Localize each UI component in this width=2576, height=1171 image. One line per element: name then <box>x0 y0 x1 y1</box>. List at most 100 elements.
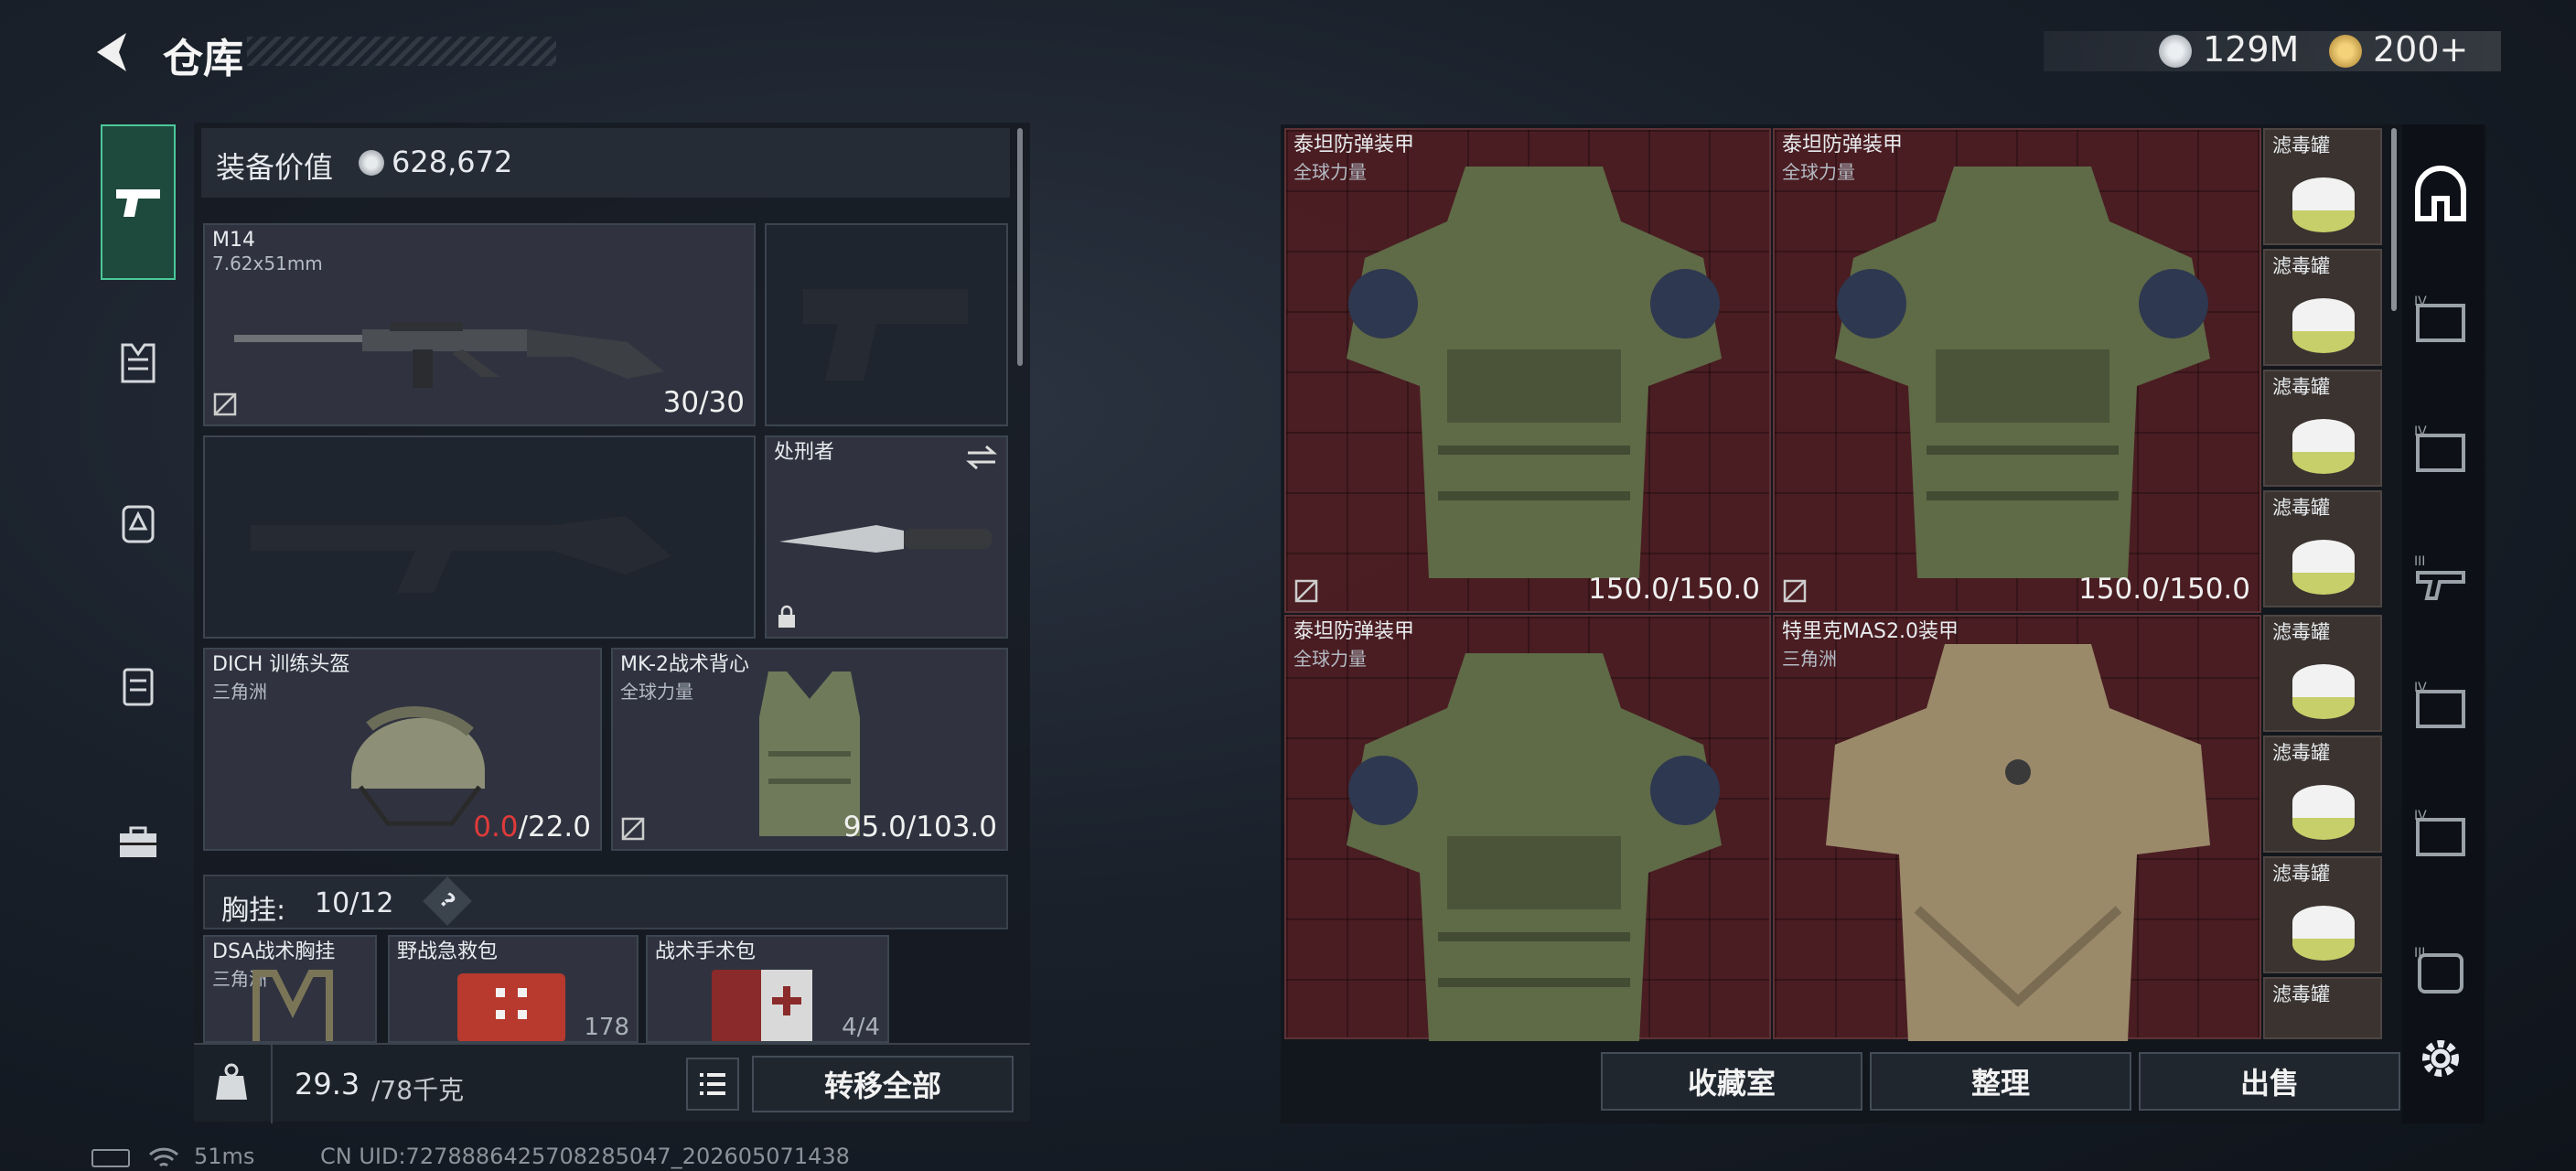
weapon-name: M14 <box>212 229 255 252</box>
gas-filter-icon <box>2292 664 2355 719</box>
pistol-placeholder-icon <box>803 289 968 381</box>
gas-filter-icon <box>2292 298 2355 353</box>
helmet-slot[interactable]: DICH 训练头盔 三角洲 0.0/22.0 <box>203 648 602 851</box>
vest-icon <box>121 343 156 383</box>
nav-toolbox[interactable] <box>101 805 176 880</box>
battery-icon <box>91 1149 130 1167</box>
sort-button[interactable]: 整理 <box>1870 1052 2131 1111</box>
gas-filter-icon <box>2292 785 2355 840</box>
vest-slot[interactable]: MK-2战术背心 全球力量 95.0/103.0 <box>611 648 1008 851</box>
primary-weapon-slot[interactable]: M14 7.62x51mm 30/30 <box>203 223 756 426</box>
settings-button[interactable] <box>2408 1025 2474 1092</box>
equipment-value: 628,672 <box>392 145 513 179</box>
item-count: 178 <box>584 1014 629 1041</box>
case-icon <box>123 668 154 706</box>
currency-gold: 200+ <box>2373 29 2469 70</box>
filter-name: 滤毒罐 <box>2272 621 2330 643</box>
filter-item-2[interactable]: 滤毒罐 <box>2263 249 2382 366</box>
help-button[interactable]: ? <box>423 876 472 926</box>
wifi-icon <box>148 1147 179 1167</box>
backpack-icon <box>122 505 155 543</box>
collection-room-button[interactable]: 收藏室 <box>1601 1052 1862 1111</box>
secondary-weapon-slot[interactable] <box>203 435 756 639</box>
svg-text:IV: IV <box>2414 809 2427 823</box>
tab-stash-iv-3[interactable]: IV <box>2408 673 2474 739</box>
armor-icon <box>1835 167 2210 578</box>
weight-bar: 29.3 /78千克 转移全部 <box>194 1043 1030 1123</box>
armor-icon <box>1347 167 1722 578</box>
stash-folder-icon: IV <box>2414 681 2465 728</box>
filter-item-7[interactable]: 滤毒罐 <box>2263 856 2382 973</box>
armor-item-1[interactable]: 泰坦防弹装甲 全球力量 150.0/150.0 <box>1284 128 1771 613</box>
helmet-durability-max: /22.0 <box>518 811 591 843</box>
filter-item-8[interactable]: 滤毒罐 <box>2263 977 2382 1039</box>
stash-bag-icon: III <box>2414 946 2463 994</box>
filter-item-3[interactable]: 滤毒罐 <box>2263 370 2382 487</box>
helmet-name: DICH 训练头盔 <box>212 653 350 676</box>
medkit-icon <box>457 973 565 1041</box>
melee-slot[interactable]: 处刑者 <box>765 435 1008 639</box>
lock-icon <box>778 605 795 628</box>
tab-all-stash[interactable] <box>2408 161 2474 227</box>
vest-name: MK-2战术背心 <box>620 653 750 676</box>
armor-item-2[interactable]: 泰坦防弹装甲 全球力量 150.0/150.0 <box>1773 128 2261 613</box>
nav-backpack[interactable] <box>101 485 176 560</box>
title-stripe <box>247 37 556 66</box>
item-slot-chest-rig[interactable]: DSA战术胸挂 三角洲 <box>203 935 377 1043</box>
tab-stash-iv-2[interactable]: IV <box>2408 417 2474 483</box>
back-arrow-icon <box>97 33 126 71</box>
tab-stash-iv-4[interactable]: IV <box>2408 801 2474 867</box>
armor-item-3[interactable]: 泰坦防弹装甲 全球力量 <box>1284 615 1771 1041</box>
list-view-button[interactable] <box>686 1058 739 1111</box>
stash-scrollbar[interactable] <box>2391 128 2397 311</box>
armor-item-4[interactable]: 特里克MAS2.0装甲 三角洲 <box>1773 615 2261 1041</box>
tab-stash-iv-1[interactable]: IV <box>2408 287 2474 353</box>
chest-rig-header: 胸挂: 10/12 ? <box>203 875 1008 929</box>
pistol-slot[interactable] <box>765 223 1008 426</box>
sell-button[interactable]: 出售 <box>2139 1052 2400 1111</box>
surgery-kit-icon <box>712 970 812 1041</box>
loadout-scrollbar[interactable] <box>1017 128 1023 366</box>
filter-item-1[interactable]: 滤毒罐 <box>2263 128 2382 245</box>
item-name: DSA战术胸挂 <box>212 940 336 963</box>
no-insure-icon <box>1783 579 1807 603</box>
filter-item-6[interactable]: 滤毒罐 <box>2263 736 2382 853</box>
tab-stash-iii-2[interactable]: III <box>2408 937 2474 1003</box>
knife-icon <box>779 525 992 553</box>
nav-weapons[interactable] <box>101 124 176 280</box>
weight-divider <box>271 1045 273 1123</box>
stash-gun-icon: III <box>2414 554 2465 600</box>
weight-max: /78千克 <box>371 1075 465 1105</box>
item-slot-surgery-kit[interactable]: 战术手术包 4/4 <box>646 935 889 1043</box>
swap-icon[interactable] <box>966 445 997 470</box>
stash-folder-icon: IV <box>2414 424 2465 472</box>
filter-name: 滤毒罐 <box>2272 742 2330 764</box>
chest-rig-capacity: 10/12 <box>315 887 394 919</box>
filter-item-4[interactable]: 滤毒罐 <box>2263 490 2382 607</box>
nav-container[interactable] <box>101 648 176 723</box>
item-slot-first-aid[interactable]: 野战急救包 178 <box>388 935 639 1043</box>
coin-icon <box>359 150 384 176</box>
armor-icon <box>1826 644 2210 1041</box>
filter-name: 滤毒罐 <box>2272 497 2330 519</box>
toolbox-icon <box>120 826 156 857</box>
svg-text:IV: IV <box>2414 295 2427 309</box>
page-title: 仓库 <box>163 36 243 82</box>
filter-item-5[interactable]: 滤毒罐 <box>2263 615 2382 732</box>
rifle-placeholder-icon <box>251 516 671 593</box>
back-button[interactable] <box>88 26 137 79</box>
helmet-origin: 三角洲 <box>212 681 267 703</box>
filter-name: 滤毒罐 <box>2272 863 2330 885</box>
stash-folder-icon: IV <box>2414 809 2465 856</box>
filter-name: 滤毒罐 <box>2272 134 2330 156</box>
nav-armor[interactable] <box>101 326 176 401</box>
gold-coin-icon <box>2329 35 2362 68</box>
svg-text:IV: IV <box>2414 681 2427 695</box>
weight-icon <box>216 1063 247 1100</box>
armor-durability: 150.0/150.0 <box>2078 573 2250 606</box>
tab-stash-iii-1[interactable]: III <box>2408 545 2474 611</box>
chest-rig-label: 胸挂: <box>221 895 286 927</box>
stash-folder-icon: IV <box>2414 295 2465 342</box>
transfer-all-button[interactable]: 转移全部 <box>752 1056 1014 1112</box>
weapon-ammo: 30/30 <box>662 386 745 419</box>
